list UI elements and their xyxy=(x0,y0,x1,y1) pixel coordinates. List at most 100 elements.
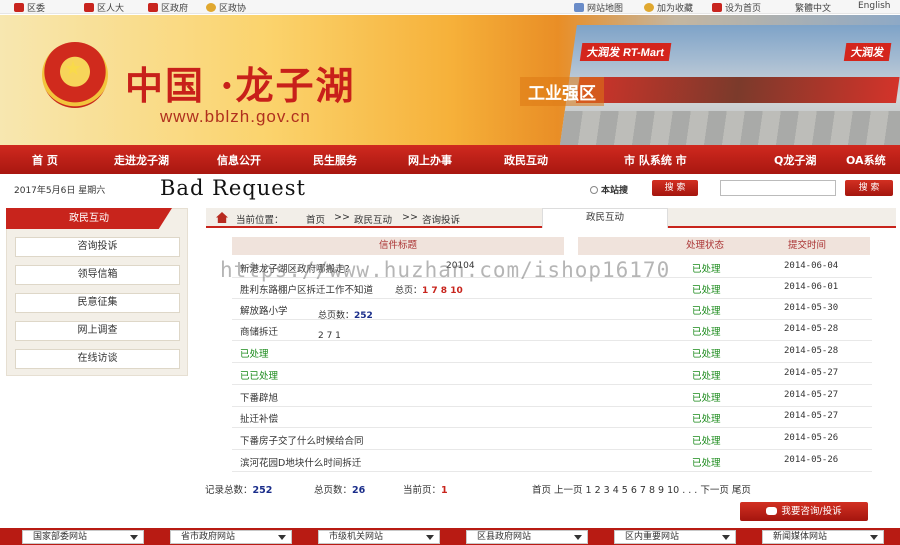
sidebar: 政民互动 咨询投诉 领导信箱 民意征集 网上调查 在线访谈 xyxy=(6,208,188,376)
site-url: www.bblzh.gov.cn xyxy=(160,107,311,126)
row-time: 2014-05-27 xyxy=(784,368,839,378)
sidebar-item-opinion[interactable]: 民意征集 xyxy=(15,293,180,313)
row-status: 已处理 xyxy=(692,327,721,338)
table-row[interactable]: 下番房子交了什么时候给合同 已处理 2014-05-26 xyxy=(232,429,872,450)
footer-links-bar: 国家部委网站 省市政府网站 市级机关网站 区县政府网站 区内重要网站 新闻媒体网… xyxy=(0,528,900,545)
sidebar-item-consult[interactable]: 咨询投诉 xyxy=(15,237,180,257)
search-submit-button[interactable]: 搜 索 xyxy=(845,180,893,196)
link-district-npc[interactable]: 区人大 xyxy=(84,1,124,14)
row-title[interactable]: 下番辟旭 xyxy=(240,390,278,404)
search-button[interactable]: 搜 索 xyxy=(652,180,698,196)
row-title[interactable]: 胜利东路棚户区拆迁工作不知道 xyxy=(240,282,373,296)
row-status: 已处理 xyxy=(692,349,721,360)
nav-lzh-q[interactable]: Q龙子湖 xyxy=(774,152,816,168)
row-status: 已处理 xyxy=(692,436,721,447)
nav-online-services[interactable]: 网上办事 xyxy=(408,152,452,168)
table-row[interactable]: 扯迁补偿 已处理 2014-05-27 xyxy=(232,407,872,428)
select-media-sites[interactable]: 新闻媒体网站 xyxy=(762,530,884,544)
mall-sign: 大润发 xyxy=(843,43,892,61)
table-row[interactable]: 滨河花园D地块什么时间拆迁 已处理 2014-05-26 xyxy=(232,451,872,472)
sidebar-item-interview[interactable]: 在线访谈 xyxy=(15,349,180,369)
header-banner: 大润发 RT-Mart 大润发 ★ 中国 ·龙子湖 www.bblzh.gov.… xyxy=(0,15,900,145)
nav-city-system[interactable]: 市 队系统 市 xyxy=(624,152,687,168)
link-sitemap[interactable]: 网站地图 xyxy=(574,1,623,14)
link-add-favorite[interactable]: 加为收藏 xyxy=(644,1,693,14)
select-national-sites[interactable]: 国家部委网站 xyxy=(22,530,144,544)
chevron-down-icon xyxy=(722,535,730,540)
row-status: 已处理 xyxy=(692,414,721,425)
emblem-icon xyxy=(206,3,216,12)
current-page: 当前页：1 xyxy=(403,485,448,496)
row-title[interactable]: 商储拆迁 xyxy=(240,324,278,338)
column-header-status: 处理状态 xyxy=(686,240,725,251)
breadcrumb-interaction[interactable]: 政民互动 xyxy=(354,212,392,226)
link-district-committee[interactable]: 区委 xyxy=(14,1,45,14)
link-traditional-chinese[interactable]: 繁體中文 xyxy=(795,1,831,14)
stray-pages-fragment: 总页：1 7 8 10 xyxy=(395,286,463,296)
row-status: 已处理 xyxy=(692,393,721,404)
chevron-down-icon xyxy=(426,535,434,540)
top-utility-bar: 区委 区人大 区政府 区政协 网站地图 加为收藏 设为首页 繁體中文 Engli… xyxy=(0,0,900,14)
national-emblem-icon: ★ xyxy=(42,42,108,108)
sitemap-icon xyxy=(574,3,584,12)
breadcrumb-home[interactable]: 首页 xyxy=(306,212,325,226)
main-nav: 首 页 走进龙子湖 信息公开 民生服务 网上办事 政民互动 市 队系统 市 Q龙… xyxy=(0,145,900,174)
nav-home[interactable]: 首 页 xyxy=(32,152,58,168)
row-status: 已处理 xyxy=(692,458,721,469)
row-title[interactable]: 下番房子交了什么时候给合同 xyxy=(240,433,364,447)
breadcrumb-consult[interactable]: 咨询投诉 xyxy=(422,212,460,226)
link-english[interactable]: English xyxy=(858,1,891,11)
select-county-sites[interactable]: 区县政府网站 xyxy=(466,530,588,544)
pagination-links[interactable]: 首页 上一页 1 2 3 4 5 6 7 8 9 10 . . . 下一页 尾页 xyxy=(532,482,751,496)
row-time: 2014-05-27 xyxy=(784,411,839,421)
chevron-down-icon xyxy=(130,535,138,540)
mall-plaza xyxy=(560,111,900,145)
nav-interaction[interactable]: 政民互动 xyxy=(504,152,548,168)
select-province-sites[interactable]: 省市政府网站 xyxy=(170,530,292,544)
nav-about[interactable]: 走进龙子湖 xyxy=(114,152,169,168)
row-title[interactable]: 已处理 xyxy=(240,346,269,360)
table-row[interactable]: 已处理 已处理 2014-05-28 xyxy=(232,342,872,363)
mall-photo: 大润发 RT-Mart 大润发 xyxy=(560,25,900,145)
row-status: 已处理 xyxy=(692,306,721,317)
row-status: 已处理 xyxy=(692,371,721,382)
breadcrumb: 当前位置： 首页 >> 政民互动 >> 咨询投诉 政民互动 xyxy=(206,208,896,228)
row-time: 2014-06-04 xyxy=(784,261,839,271)
sidebar-title: 政民互动 xyxy=(6,208,172,229)
row-title[interactable]: 已已处理 xyxy=(240,368,278,382)
nav-info-disclosure[interactable]: 信息公开 xyxy=(217,152,261,168)
row-title[interactable]: 解放路小学 xyxy=(240,303,288,317)
breadcrumb-label: 当前位置： xyxy=(236,215,284,226)
row-time: 2014-05-27 xyxy=(784,390,839,400)
select-district-sites[interactable]: 区内重要网站 xyxy=(614,530,736,544)
nav-livelihood[interactable]: 民生服务 xyxy=(313,152,357,168)
search-input[interactable] xyxy=(720,180,836,196)
stray-total-pages: 总页数：252 xyxy=(318,311,373,321)
search-icon xyxy=(590,186,598,194)
sidebar-item-survey[interactable]: 网上调查 xyxy=(15,321,180,341)
row-time: 2014-05-26 xyxy=(784,433,839,443)
chevron-down-icon xyxy=(278,535,286,540)
breadcrumb-sep: >> xyxy=(334,212,350,223)
mall-sign: 大润发 RT-Mart xyxy=(579,43,672,61)
row-title[interactable]: 扯迁补偿 xyxy=(240,411,278,425)
nav-oa-system[interactable]: OA系统 xyxy=(846,152,886,168)
chevron-down-icon xyxy=(574,535,582,540)
error-message: Bad Request xyxy=(160,176,306,200)
sidebar-item-leader-mailbox[interactable]: 领导信箱 xyxy=(15,265,180,285)
tab-interaction[interactable]: 政民互动 xyxy=(542,208,668,228)
column-header-status-time: 处理状态 提交时间 xyxy=(578,237,870,255)
select-city-sites[interactable]: 市级机关网站 xyxy=(318,530,440,544)
folder-icon xyxy=(644,3,654,12)
site-title: 中国 ·龙子湖 xyxy=(125,63,356,108)
site-search-label: 本站搜 xyxy=(590,183,628,196)
link-district-cppcc[interactable]: 区政协 xyxy=(206,1,246,14)
table-row[interactable]: 已已处理 已处理 2014-05-27 xyxy=(232,364,872,385)
emblem-icon xyxy=(14,3,24,12)
consult-button[interactable]: 我要咨询/投诉 xyxy=(740,502,868,521)
table-row[interactable]: 下番辟旭 已处理 2014-05-27 xyxy=(232,386,872,407)
row-title[interactable]: 滨河花园D地块什么时间拆迁 xyxy=(240,455,361,469)
link-district-government[interactable]: 区政府 xyxy=(148,1,188,14)
row-time: 2014-05-30 xyxy=(784,303,839,313)
link-set-homepage[interactable]: 设为首页 xyxy=(712,1,761,14)
